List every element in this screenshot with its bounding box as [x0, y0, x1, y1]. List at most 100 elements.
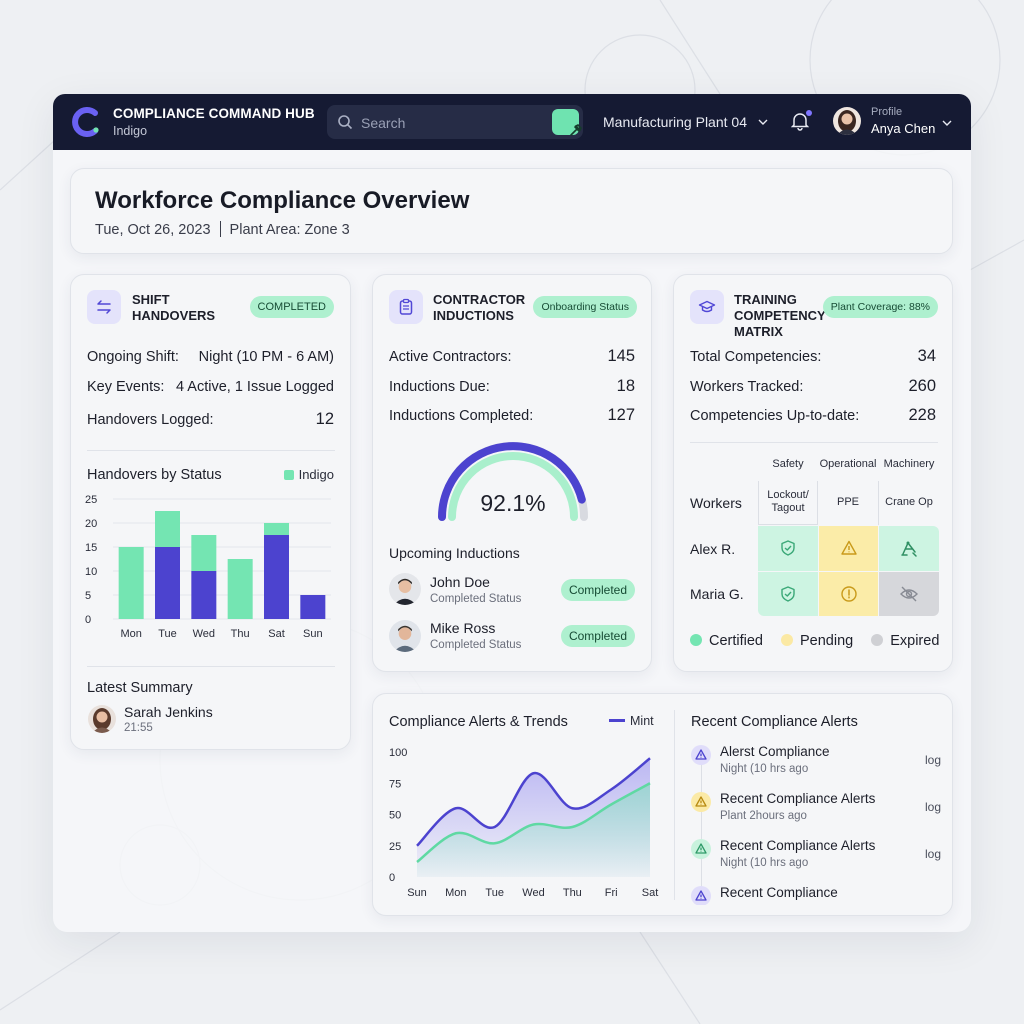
alert-item[interactable]: Recent Compliance Alerts Night (10 hrs a… — [691, 838, 941, 878]
alert-log-link[interactable]: log — [925, 753, 941, 767]
matrix-cell-pending[interactable] — [819, 526, 878, 571]
graduation-cap-icon-box — [690, 290, 724, 324]
warning-icon — [691, 839, 711, 859]
profile-menu[interactable]: Profile Anya Chen — [871, 106, 935, 136]
warning-icon — [691, 886, 711, 905]
summary-title: Latest Summary — [87, 680, 193, 696]
divider — [674, 710, 675, 900]
search-go-button[interactable] — [552, 109, 582, 136]
alert-log-link[interactable]: log — [925, 847, 941, 861]
bar — [264, 523, 289, 535]
bar — [155, 511, 180, 547]
contractor-row-value: 145 — [607, 347, 635, 365]
x-tick-label: Wed — [522, 887, 544, 899]
contractor-row-label: Inductions Completed: — [389, 408, 534, 424]
avatar — [389, 573, 421, 605]
avatar — [389, 620, 421, 652]
training-matrix-card: TRAINING COMPETENCY MATRIX Plant Coverage:… — [673, 274, 953, 672]
page-subtitle: Tue, Oct 26, 2023 Plant Area: Zone 3 — [95, 221, 350, 238]
plant-area: Plant Area: Zone 3 — [229, 222, 350, 238]
chart-title: Handovers by Status — [87, 467, 222, 483]
y-tick-label: 100 — [389, 747, 407, 759]
trends-title: Compliance Alerts & Trends — [389, 714, 568, 730]
shield-check-icon — [781, 540, 795, 556]
y-tick-label: 20 — [85, 518, 97, 530]
contractor-row-label: Active Contractors: — [389, 349, 512, 365]
x-tick-label: Wed — [193, 628, 215, 640]
notifications-button[interactable] — [790, 110, 812, 136]
eye-off-icon — [900, 586, 918, 602]
app-logo-icon — [72, 107, 99, 137]
alert-title: Recent Compliance Alerts — [720, 838, 876, 853]
contractor-row-value: 127 — [607, 406, 635, 424]
app-title: COMPLIANCE COMMAND HUB — [113, 106, 315, 121]
avatar — [88, 705, 116, 733]
completed-badge: Completed — [560, 625, 635, 647]
contractor-row-value: 18 — [616, 377, 635, 395]
matrix-cell-pending[interactable] — [819, 572, 878, 616]
shift-row-value: 12 — [315, 410, 334, 428]
alert-circle-icon — [841, 586, 857, 602]
shift-row-label: Key Events: — [87, 379, 165, 395]
profile-name: Anya Chen — [871, 121, 936, 136]
hammer-icon — [570, 124, 582, 136]
bar — [227, 559, 253, 619]
alert-item[interactable]: Recent Compliance — [691, 885, 941, 905]
x-tick-label: Thu — [231, 628, 250, 640]
matrix-cell-certified[interactable] — [758, 526, 818, 571]
y-tick-label: 75 — [389, 778, 401, 790]
card-title: SHIFT HANDOVERS — [132, 292, 216, 323]
legend-expired: Expired — [871, 633, 939, 649]
avatar[interactable] — [833, 107, 861, 135]
contractor-inductions-card: CONTRACTOR INDUCTIONS Onboarding Status A… — [372, 274, 652, 672]
search-input[interactable]: Search — [361, 115, 405, 131]
upcoming-title: Upcoming Inductions — [389, 545, 520, 561]
alert-item[interactable]: Recent Compliance Alerts Plant 2hours ag… — [691, 791, 941, 831]
bar — [155, 547, 180, 619]
matrix-cell-certified[interactable] — [879, 526, 939, 571]
search-bar[interactable]: Search — [327, 105, 583, 139]
training-row-value: 228 — [908, 406, 936, 424]
page-title: Workforce Compliance Overview — [95, 187, 470, 214]
matrix-corner: Workers — [690, 495, 742, 511]
x-tick-label: Mon — [120, 628, 141, 640]
person-name: Mike Ross — [430, 620, 496, 636]
alert-item[interactable]: Alerst Compliance Night (10 hrs ago log — [691, 744, 941, 784]
clipboard-icon-box — [389, 290, 423, 324]
page-header: Workforce Compliance Overview Tue, Oct 2… — [70, 168, 953, 254]
plant-selector-value: Manufacturing Plant 04 — [603, 114, 747, 130]
matrix-cell-certified[interactable] — [758, 572, 818, 616]
matrix-worker: Maria G. — [690, 586, 744, 602]
top-bar: COMPLIANCE COMMAND HUB Indigo Search Man… — [53, 94, 971, 150]
divider — [87, 666, 335, 667]
shift-row-label: Ongoing Shift: — [87, 349, 179, 365]
contractor-row-label: Inductions Due: — [389, 379, 490, 395]
alert-subtitle: Plant 2hours ago — [720, 810, 807, 822]
matrix-column: PPE — [836, 496, 859, 508]
warning-icon — [841, 540, 857, 555]
x-tick-label: Sat — [268, 628, 285, 640]
trends-legend: Mint — [609, 714, 654, 728]
y-tick-label: 50 — [389, 810, 401, 822]
alert-log-link[interactable]: log — [925, 800, 941, 814]
chart-legend: Indigo — [283, 467, 334, 482]
x-tick-label: Thu — [563, 887, 582, 899]
y-tick-label: 0 — [389, 872, 395, 884]
alert-title: Alerst Compliance — [720, 744, 830, 759]
summary-name: Sarah Jenkins — [124, 704, 213, 720]
x-tick-label: Tue — [158, 628, 177, 640]
warning-icon — [691, 792, 711, 812]
matrix-cell-expired[interactable] — [879, 572, 939, 616]
chevron-down-icon[interactable] — [941, 118, 953, 128]
training-row-label: Competencies Up-to-date: — [690, 408, 860, 424]
x-tick-label: Fri — [605, 887, 618, 899]
person-status: Completed Status — [430, 639, 522, 651]
y-tick-label: 25 — [389, 841, 401, 853]
shift-row-value: 4 Active, 1 Issue Logged — [176, 379, 334, 395]
swap-icon-box — [87, 290, 121, 324]
y-tick-label: 10 — [85, 566, 97, 578]
plant-selector[interactable]: Manufacturing Plant 04 — [603, 114, 769, 130]
trends-area-chart: 0 25 50 75 100 Sun Mon Tue Wed Thu Fri Sat — [389, 747, 658, 899]
x-tick-label: Sun — [303, 628, 323, 640]
warning-icon — [691, 745, 711, 765]
